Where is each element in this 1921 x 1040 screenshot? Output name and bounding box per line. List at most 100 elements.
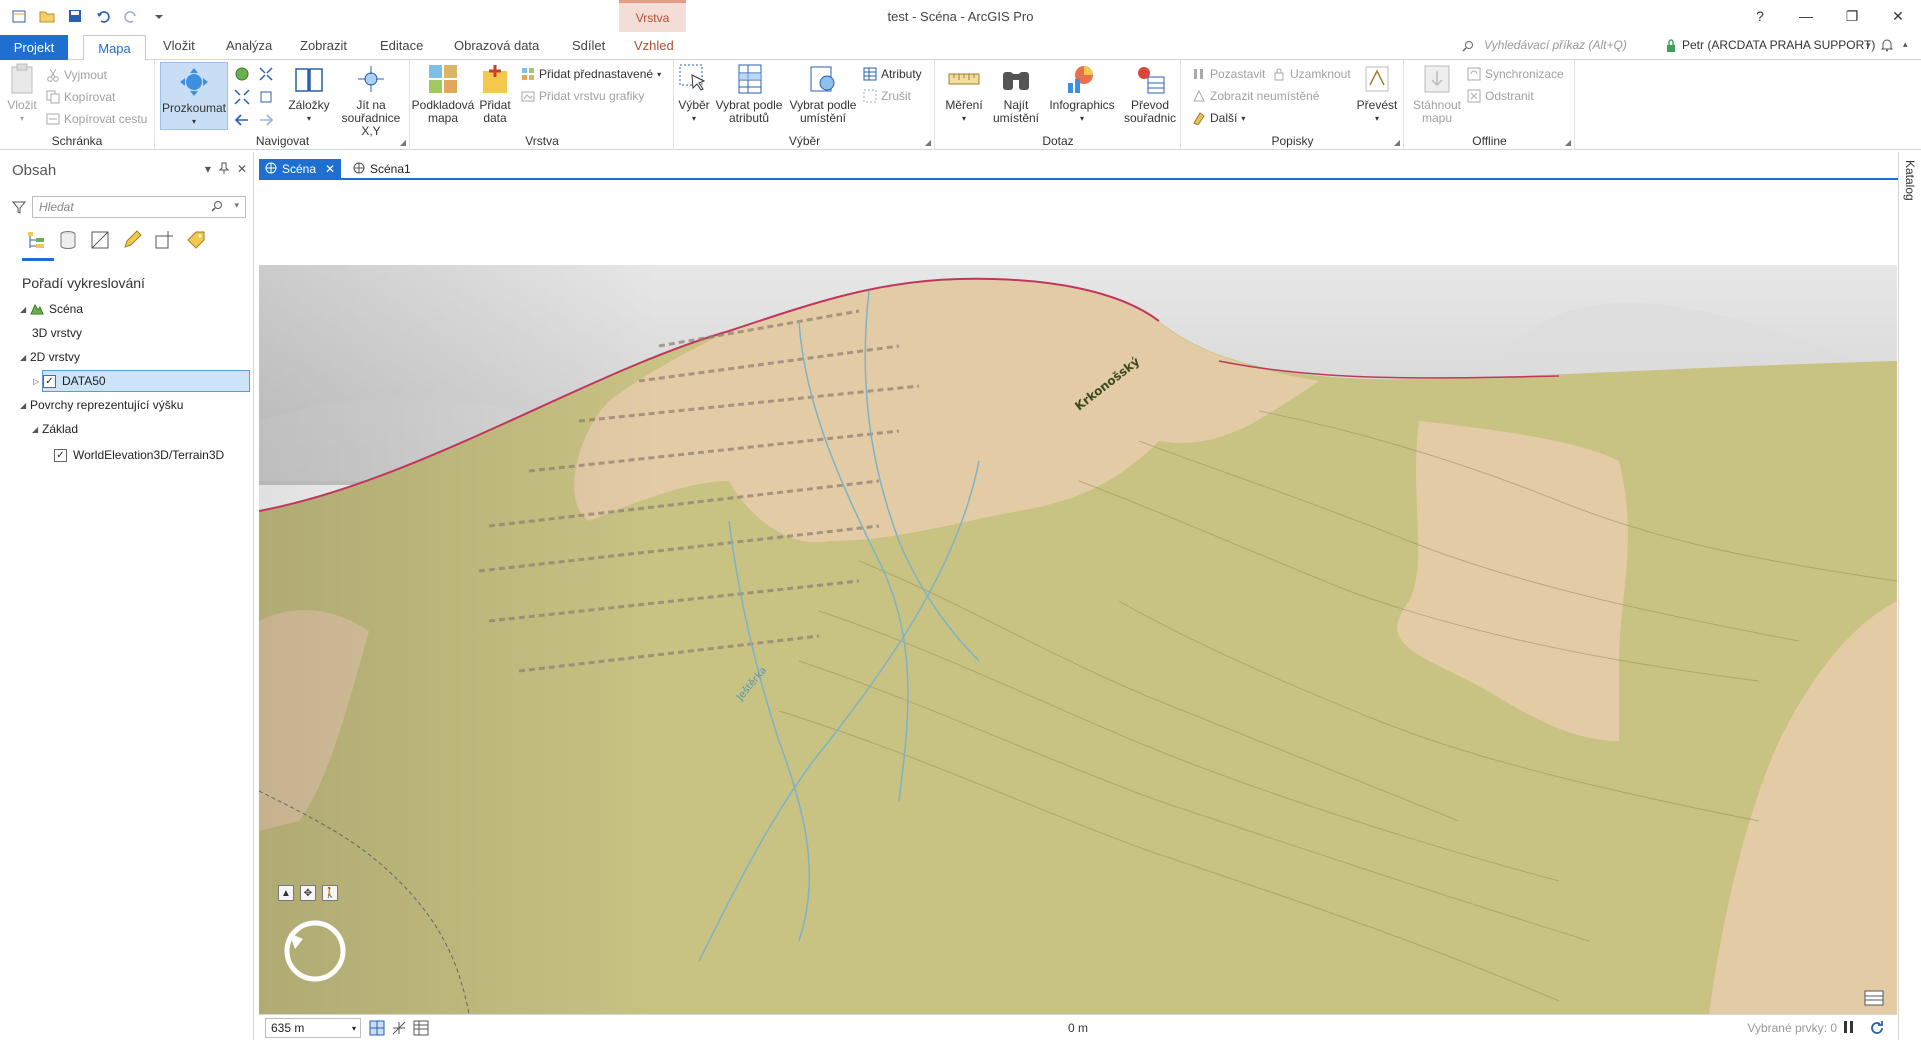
expand-arrow-icon[interactable]: ◢ [32,425,42,434]
previous-extent-icon[interactable] [234,112,254,131]
tree-item-2d-layers[interactable]: ◢ 2D vrstvy [20,346,80,368]
expand-arrow-icon[interactable]: ◢ [20,353,30,362]
restore-button[interactable]: ❐ [1829,0,1875,32]
data-source-icon[interactable] [58,230,78,250]
contents-search-icon[interactable] [211,200,223,215]
tree-item-scene[interactable]: ◢ Scéna [20,298,83,320]
convert-coordinates-button[interactable]: Převod souřadnic [1120,62,1180,125]
tab-imagery[interactable]: Obrazová data [454,38,539,53]
goto-xy-button[interactable]: Jít na souřadnice X,Y [336,62,406,138]
tilt-up-icon[interactable]: ▲ [278,885,294,901]
first-person-icon[interactable]: 🚶 [322,885,338,901]
undo-icon[interactable] [94,8,112,24]
new-project-icon[interactable] [10,8,28,24]
tab-share[interactable]: Sdílet [572,38,605,53]
select-by-location-button[interactable]: Vybrat podle umístění [787,62,859,125]
refresh-icon[interactable] [1869,1020,1885,1039]
user-account[interactable]: Petr (ARCDATA PRAHA SUPPORT) [1682,38,1875,52]
pin-icon[interactable] [218,162,230,177]
fixed-zoom-in-icon[interactable] [258,66,278,85]
view-tab-scene[interactable]: Scéna ✕ [259,159,342,179]
convert-labels-button[interactable]: Převést ▾ [1354,62,1400,125]
open-project-icon[interactable] [38,8,56,24]
pane-menu-icon[interactable]: ▾ [205,162,211,177]
tab-appearance[interactable]: Vzhled [634,38,674,53]
full-extent-icon[interactable] [234,66,254,85]
view-tab-close-icon[interactable]: ✕ [325,162,335,176]
tree-item-3d-layers[interactable]: 3D vrstvy [32,322,82,344]
view-tab-scene1[interactable]: Scéna1 [347,159,417,179]
add-preset-button[interactable]: Přidat přednastavené ▾ [521,67,661,81]
paste-button[interactable]: Vložit ▾ [4,62,40,125]
tree-item-data50[interactable]: ▷ ✓ DATA50 [33,370,250,392]
show-unplaced-button[interactable]: Zobrazit neumístěné [1192,89,1319,103]
drawing-order-icon[interactable] [26,230,46,250]
offline-launcher-icon[interactable]: ◢ [1565,138,1571,147]
collapse-arrow-icon[interactable]: ▷ [33,377,43,386]
editing-view-icon[interactable] [122,230,142,250]
infographics-button[interactable]: Infographics ▾ [1044,62,1120,125]
pause-labels-button[interactable]: Pozastavit [1192,67,1265,81]
add-graphics-layer-button[interactable]: Přidat vrstvu grafiky [521,89,644,103]
customize-qat-icon[interactable] [150,8,168,24]
remove-offline-button[interactable]: Odstranit [1467,89,1534,103]
data50-visibility-checkbox[interactable]: ✓ [43,374,56,388]
select-button[interactable]: Výběr ▾ [677,62,711,125]
zoom-selected-icon[interactable] [258,89,278,108]
user-dropdown-icon[interactable]: ▾ [1866,40,1871,51]
labeling-view-icon[interactable] [186,230,206,250]
clear-selection-button[interactable]: Zrušit [863,89,911,103]
save-icon[interactable] [66,8,84,24]
filter-icon[interactable] [11,200,27,217]
notifications-icon[interactable] [1880,38,1894,55]
copy-path-button[interactable]: Kopírovat cestu [46,112,147,126]
minimize-button[interactable]: — [1783,0,1829,32]
tab-map[interactable]: Mapa [83,35,146,61]
tree-item-elevation-surfaces[interactable]: ◢ Povrchy reprezentující výšku [20,394,183,416]
close-button[interactable]: ✕ [1875,0,1921,32]
expand-arrow-icon[interactable]: ◢ [20,305,30,314]
full-extent-nav-icon[interactable]: ✥ [300,885,316,901]
fixed-zoom-out-icon[interactable] [234,89,254,108]
locate-button[interactable]: Najít umístění [988,62,1044,125]
help-button[interactable]: ? [1737,0,1783,32]
copy-button[interactable]: Kopírovat [46,90,115,104]
tab-insert[interactable]: Vložit [163,38,195,53]
select-by-attributes-button[interactable]: Vybrat podle atributů [713,62,785,125]
add-data-button[interactable]: Přidat data [475,62,515,125]
tree-item-ground[interactable]: ◢ Základ [32,418,78,440]
next-extent-icon[interactable] [258,112,278,131]
labeling-launcher-icon[interactable]: ◢ [1394,138,1400,147]
catalog-tab[interactable]: Katalog [1903,160,1917,201]
cut-button[interactable]: Vyjmout [46,68,107,82]
navigate-launcher-icon[interactable]: ◢ [400,138,406,147]
expand-arrow-icon[interactable]: ◢ [20,401,30,410]
tab-view[interactable]: Zobrazit [300,38,347,53]
tab-project[interactable]: Projekt [0,35,68,60]
table-of-attributes-icon[interactable] [1864,990,1884,1006]
scene-view[interactable]: Krkonošský Ještěrka [259,181,1897,1014]
snapping-view-icon[interactable] [154,230,174,250]
contents-search-input[interactable]: Hledat ▾ [32,196,246,218]
selection-launcher-icon[interactable]: ◢ [925,138,931,147]
basemap-button[interactable]: Podkladová mapa [412,62,474,125]
pause-drawing-icon[interactable] [1843,1020,1855,1037]
explore-button[interactable]: Prozkoumat ▾ [160,62,228,130]
tree-item-terrain[interactable]: ✓ WorldElevation3D/Terrain3D [54,444,224,466]
bookmarks-button[interactable]: Záložky ▾ [284,62,334,125]
download-map-button[interactable]: Stáhnout mapu [1409,62,1465,125]
lock-labels-button[interactable]: Uzamknout [1272,67,1351,81]
more-labels-button[interactable]: Další ▾ [1192,111,1245,126]
search-options-icon[interactable]: ▾ [234,200,239,211]
command-search-input[interactable]: Vyhledávací příkaz (Alt+Q) [1484,38,1684,52]
redo-icon[interactable] [122,8,140,24]
measure-button[interactable]: Měření ▾ [942,62,986,125]
selection-view-icon[interactable] [90,230,110,250]
tab-analysis[interactable]: Analýza [226,38,272,53]
terrain-visibility-checkbox[interactable]: ✓ [54,448,67,462]
attributes-button[interactable]: Atributy [863,67,922,81]
sync-button[interactable]: Synchronizace [1467,67,1564,81]
pane-close-icon[interactable]: ✕ [237,162,247,177]
collapse-ribbon-icon[interactable]: ▴ [1903,39,1908,50]
tab-edit[interactable]: Editace [380,38,423,53]
